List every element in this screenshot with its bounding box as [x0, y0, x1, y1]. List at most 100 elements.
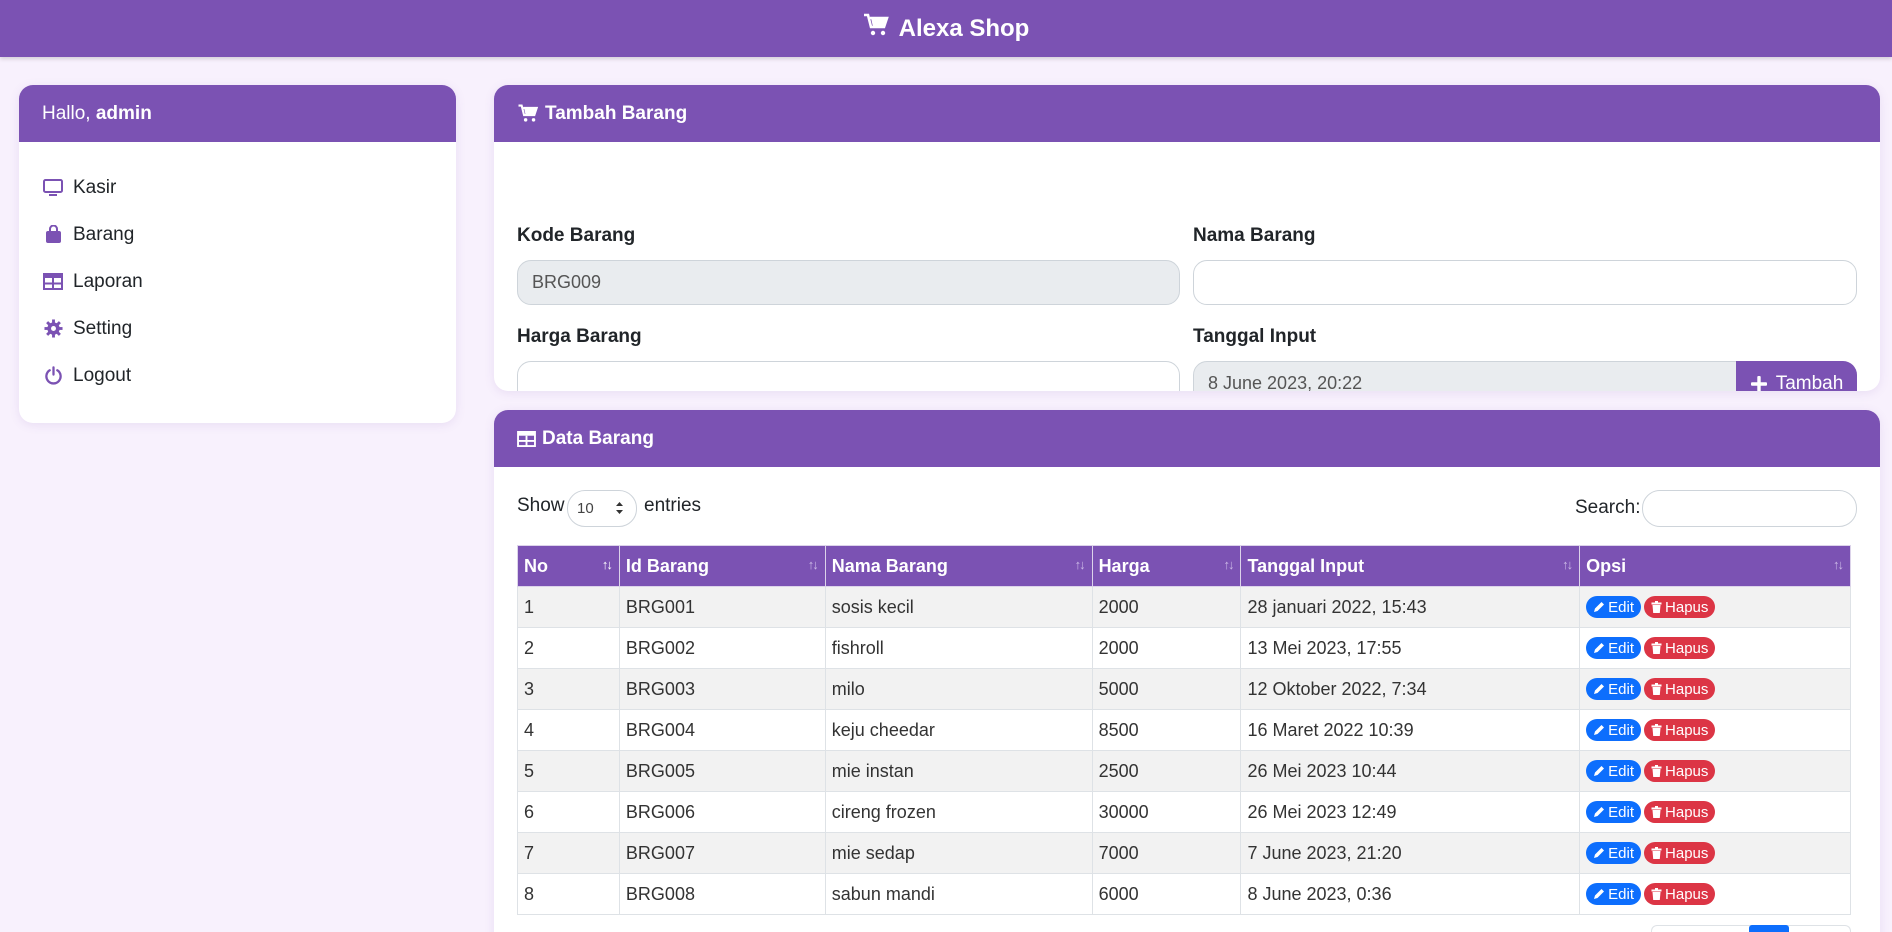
cell-nama-barang: sosis kecil — [824, 586, 1093, 628]
data-title: Data Barang — [542, 427, 654, 449]
table-row: 3 BRG003 milo 5000 12 Oktober 2022, 7:34 Edit… — [517, 668, 1851, 710]
sort-icon: ↑↓ — [807, 557, 819, 572]
harga-barang-field[interactable] — [517, 361, 1180, 391]
sidebar-item-logout[interactable]: Logout — [42, 352, 433, 399]
cell-no: 2 — [517, 627, 620, 669]
cell-tanggal-input: 8 June 2023, 0:36 — [1240, 873, 1581, 915]
search-input[interactable] — [1642, 490, 1857, 527]
hapus-button[interactable]: Hapus — [1644, 637, 1716, 659]
hapus-button[interactable]: Hapus — [1644, 678, 1716, 700]
hapus-button[interactable]: Hapus — [1644, 719, 1716, 741]
sort-icon: ↑↓ — [601, 557, 613, 572]
edit-button[interactable]: Edit — [1586, 719, 1642, 741]
cell-harga: 7000 — [1091, 832, 1242, 874]
edit-button[interactable]: Edit — [1586, 678, 1642, 700]
greeting-text: Hallo, — [42, 102, 96, 124]
sidebar-item-barang[interactable]: Barang — [42, 211, 433, 258]
edit-label: Edit — [1608, 721, 1635, 739]
column-header-id-barang[interactable]: Id Barang ↑↓ — [618, 545, 826, 587]
column-header-nama-barang[interactable]: Nama Barang ↑↓ — [824, 545, 1093, 587]
pagination-active-page[interactable] — [1749, 925, 1789, 932]
sidebar-item-label: Kasir — [73, 176, 117, 198]
cart-icon — [517, 104, 539, 123]
hapus-label: Hapus — [1665, 639, 1709, 657]
edit-label: Edit — [1608, 680, 1635, 698]
top-bar: Alexa Shop — [0, 0, 1892, 57]
cell-harga: 30000 — [1091, 791, 1242, 833]
cell-tanggal-input: 12 Oktober 2022, 7:34 — [1240, 668, 1581, 710]
sidebar-item-kasir[interactable]: Kasir — [42, 164, 433, 211]
cell-no: 6 — [517, 791, 620, 833]
edit-label: Edit — [1608, 598, 1635, 616]
sidebar-header: Hallo, admin — [19, 85, 456, 142]
column-header-no[interactable]: No ↑↓ — [517, 545, 620, 587]
edit-button[interactable]: Edit — [1586, 760, 1642, 782]
cell-opsi: Edit Hapus — [1579, 873, 1851, 915]
hapus-button[interactable]: Hapus — [1644, 596, 1716, 618]
edit-button[interactable]: Edit — [1586, 842, 1642, 864]
cell-opsi: Edit Hapus — [1579, 709, 1851, 751]
cell-nama-barang: mie instan — [824, 750, 1093, 792]
cell-no: 1 — [517, 586, 620, 628]
edit-label: Edit — [1608, 762, 1635, 780]
hapus-button[interactable]: Hapus — [1644, 801, 1716, 823]
hapus-button[interactable]: Hapus — [1644, 883, 1716, 905]
edit-button[interactable]: Edit — [1586, 637, 1642, 659]
data-barang-card: Data Barang Show 10 entries Search: No ↑↓… — [494, 410, 1880, 932]
cell-id-barang: BRG005 — [618, 750, 826, 792]
sort-icon: ↑↓ — [1074, 557, 1086, 572]
cell-id-barang: BRG007 — [618, 832, 826, 874]
table-header-row: No ↑↓ Id Barang ↑↓ Nama Barang ↑↓ Harga ↑↓ T… — [517, 545, 1851, 587]
entries-select[interactable]: 10 — [567, 490, 637, 527]
edit-button[interactable]: Edit — [1586, 883, 1642, 905]
cell-nama-barang: keju cheedar — [824, 709, 1093, 751]
sidebar-item-label: Setting — [73, 317, 133, 339]
cell-no: 3 — [517, 668, 620, 710]
column-header-opsi[interactable]: Opsi ↑↓ — [1579, 545, 1851, 587]
cell-id-barang: BRG004 — [618, 709, 826, 751]
cell-tanggal-input: 26 Mei 2023 12:49 — [1240, 791, 1581, 833]
trash-icon — [1651, 847, 1665, 859]
column-header-harga[interactable]: Harga ↑↓ — [1091, 545, 1242, 587]
hapus-label: Hapus — [1665, 721, 1709, 739]
hapus-label: Hapus — [1665, 762, 1709, 780]
tambah-barang-card: Tambah Barang Kode Barang BRG009 Nama Ba… — [494, 85, 1880, 391]
cell-tanggal-input: 28 januari 2022, 15:43 — [1240, 586, 1581, 628]
cell-nama-barang: sabun mandi — [824, 873, 1093, 915]
edit-button[interactable]: Edit — [1586, 801, 1642, 823]
cell-tanggal-input: 13 Mei 2023, 17:55 — [1240, 627, 1581, 669]
tanggal-input-field[interactable]: 8 June 2023, 20:22 — [1193, 361, 1738, 391]
cell-nama-barang: mie sedap — [824, 832, 1093, 874]
plus-icon — [1750, 375, 1776, 391]
table-row: 8 BRG008 sabun mandi 6000 8 June 2023, 0:36 E… — [517, 873, 1851, 915]
sidebar-card: Hallo, admin Kasir Barang Laporan Settin… — [19, 85, 456, 423]
tambah-button[interactable]: Tambah — [1736, 361, 1857, 391]
cell-opsi: Edit Hapus — [1579, 586, 1851, 628]
trash-icon — [1651, 683, 1665, 695]
tambah-button-label: Tambah — [1775, 372, 1844, 392]
nama-barang-field[interactable] — [1193, 260, 1857, 305]
kode-barang-field[interactable]: BRG009 — [517, 260, 1180, 305]
cell-id-barang: BRG006 — [618, 791, 826, 833]
edit-button[interactable]: Edit — [1586, 596, 1642, 618]
trash-icon — [1651, 601, 1665, 613]
data-header: Data Barang — [494, 410, 1880, 467]
hapus-button[interactable]: Hapus — [1644, 842, 1716, 864]
edit-label: Edit — [1608, 844, 1635, 862]
column-header-tanggal-input[interactable]: Tanggal Input ↑↓ — [1240, 545, 1581, 587]
table-row: 7 BRG007 mie sedap 7000 7 June 2023, 21:20 Ed… — [517, 832, 1851, 874]
hapus-label: Hapus — [1665, 598, 1709, 616]
pencil-icon — [1593, 888, 1608, 900]
sidebar-item-setting[interactable]: Setting — [42, 305, 433, 352]
edit-label: Edit — [1608, 885, 1635, 903]
table-icon — [42, 273, 64, 290]
cell-no: 7 — [517, 832, 620, 874]
cell-id-barang: BRG008 — [618, 873, 826, 915]
hapus-button[interactable]: Hapus — [1644, 760, 1716, 782]
cell-harga: 2000 — [1091, 627, 1242, 669]
table-icon — [517, 430, 536, 447]
hapus-label: Hapus — [1665, 885, 1709, 903]
harga-barang-label: Harga Barang — [517, 326, 642, 347]
sidebar-item-laporan[interactable]: Laporan — [42, 258, 433, 305]
monitor-icon — [42, 178, 64, 197]
